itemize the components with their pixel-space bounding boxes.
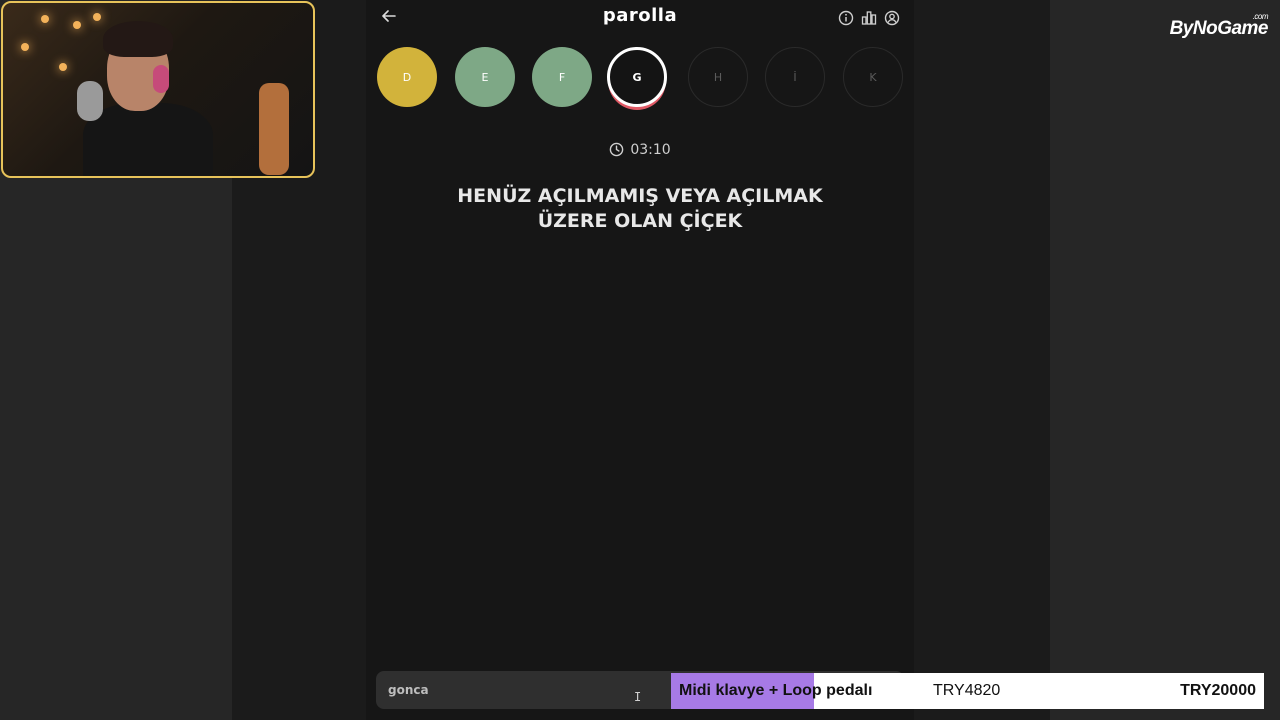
- timer-value: 03:10: [630, 142, 671, 158]
- microphone-icon: [77, 81, 103, 121]
- info-icon[interactable]: [838, 10, 854, 26]
- letter-f: F: [532, 47, 592, 107]
- fairy-light: [41, 15, 49, 23]
- letter-f-label: F: [558, 70, 566, 84]
- brand-logo: ByNoGame .com: [1169, 12, 1269, 40]
- user-icon[interactable]: [884, 10, 900, 26]
- letter-h: H: [688, 47, 748, 107]
- fairy-light: [59, 63, 67, 71]
- letter-d-label: D: [402, 70, 412, 84]
- goal-label: Midi klavye + Loop pedalı: [679, 682, 873, 699]
- text-cursor-icon: I: [634, 690, 642, 704]
- brand-name: ByNoGame: [1169, 18, 1269, 39]
- streamer-body: [83, 103, 213, 176]
- webcam-overlay: [1, 1, 315, 178]
- header: parolla: [366, 0, 914, 36]
- donation-goal-bar: Midi klavye + Loop pedalı TRY4820 TRY200…: [671, 673, 1264, 709]
- letter-g-label: G: [632, 70, 642, 84]
- goal-target-amount: TRY20000: [1180, 682, 1256, 699]
- letter-e: E: [455, 47, 515, 107]
- letter-d: D: [377, 47, 437, 107]
- brand-suffix: .com: [1252, 12, 1269, 21]
- question-line-1: HENÜZ AÇILMAMIŞ VEYA AÇILMAK: [457, 185, 823, 207]
- letter-g: G: [607, 47, 667, 107]
- fairy-light: [93, 13, 101, 21]
- letter-i-label: İ: [793, 70, 797, 84]
- question-line-2: ÜZERE OLAN ÇİÇEK: [537, 210, 743, 232]
- clock-icon: [609, 142, 624, 161]
- letter-e-label: E: [481, 70, 489, 84]
- letter-i: İ: [765, 47, 825, 107]
- letter-k-label: K: [869, 70, 877, 84]
- timer: 03:10: [366, 142, 914, 161]
- goal-current-amount: TRY4820: [933, 682, 1001, 699]
- stats-icon[interactable]: [861, 10, 877, 26]
- fairy-light: [73, 21, 81, 29]
- game-panel: parolla D E F G H İ K 03:10 HENÜZ AÇILMA…: [366, 0, 914, 720]
- streamer-hair: [103, 21, 173, 57]
- headphone-icon: [153, 65, 169, 93]
- question-text: HENÜZ AÇILMAMIŞ VEYA AÇILMAK ÜZERE OLAN …: [430, 184, 850, 234]
- chair: [259, 83, 289, 175]
- letter-k: K: [843, 47, 903, 107]
- app-title: parolla: [602, 5, 678, 26]
- letter-h-label: H: [713, 70, 723, 84]
- fairy-light: [21, 43, 29, 51]
